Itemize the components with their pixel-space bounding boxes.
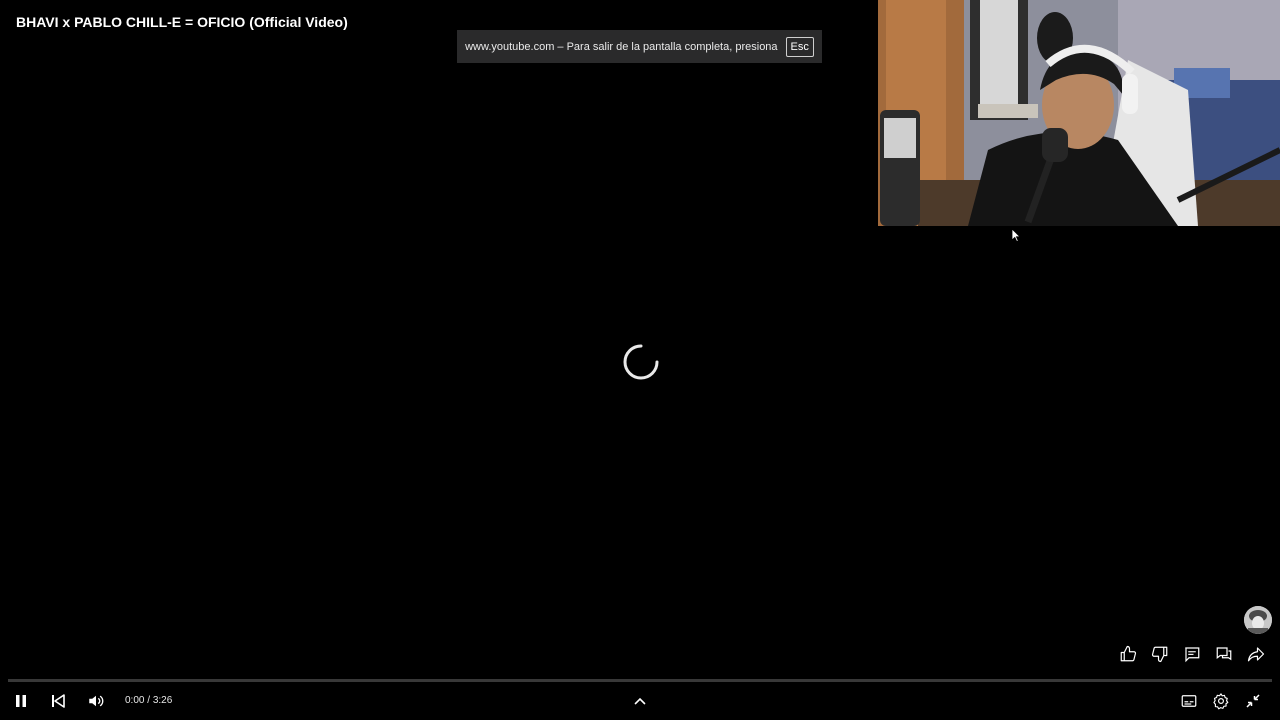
current-time: 0:00 xyxy=(125,695,145,706)
chevron-up-icon xyxy=(634,697,646,705)
comment-icon xyxy=(1185,647,1200,663)
time-display: 0:00 / 3:26 xyxy=(125,695,172,706)
thumbs-up-icon xyxy=(1120,645,1137,662)
share-button[interactable] xyxy=(1244,642,1268,666)
exit-fullscreen-button[interactable] xyxy=(1241,689,1265,713)
webcam-overlay xyxy=(878,0,1280,226)
live-chat-button[interactable] xyxy=(1212,642,1236,666)
loading-spinner-icon xyxy=(623,344,659,380)
volume-icon xyxy=(89,695,104,707)
previous-button[interactable] xyxy=(46,689,70,713)
pause-icon xyxy=(16,695,26,707)
settings-button[interactable] xyxy=(1209,689,1233,713)
fullscreen-exit-notice: www.youtube.com – Para salir de la panta… xyxy=(457,30,822,63)
comments-button[interactable] xyxy=(1180,642,1204,666)
channel-avatar[interactable] xyxy=(1244,606,1272,634)
mouse-cursor-icon xyxy=(1011,228,1021,242)
thumbs-down-icon xyxy=(1151,646,1168,663)
exit-fullscreen-icon xyxy=(1246,694,1260,708)
player-controls: 0:00 / 3:26 xyxy=(0,685,1280,717)
time-separator: / xyxy=(144,695,153,706)
video-title: BHAVI x PABLO CHILL-E = OFICIO (Official… xyxy=(16,14,348,30)
volume-button[interactable] xyxy=(84,689,108,713)
subtitles-button[interactable] xyxy=(1177,689,1201,713)
esc-key-badge: Esc xyxy=(785,36,814,57)
gear-icon xyxy=(1213,693,1229,710)
overlay-actions xyxy=(1116,642,1268,666)
progress-bar[interactable] xyxy=(8,679,1272,682)
duration: 3:26 xyxy=(152,695,173,706)
dislike-button[interactable] xyxy=(1148,642,1172,666)
pause-button[interactable] xyxy=(9,689,33,713)
like-button[interactable] xyxy=(1116,642,1140,666)
share-icon xyxy=(1247,647,1265,662)
subtitles-icon xyxy=(1181,695,1197,707)
expand-button[interactable] xyxy=(628,689,652,713)
fullscreen-notice-text: www.youtube.com – Para salir de la panta… xyxy=(465,40,778,53)
video-player[interactable]: BHAVI x PABLO CHILL-E = OFICIO (Official… xyxy=(0,0,1280,720)
chat-icon xyxy=(1216,647,1232,661)
previous-icon xyxy=(52,694,65,708)
